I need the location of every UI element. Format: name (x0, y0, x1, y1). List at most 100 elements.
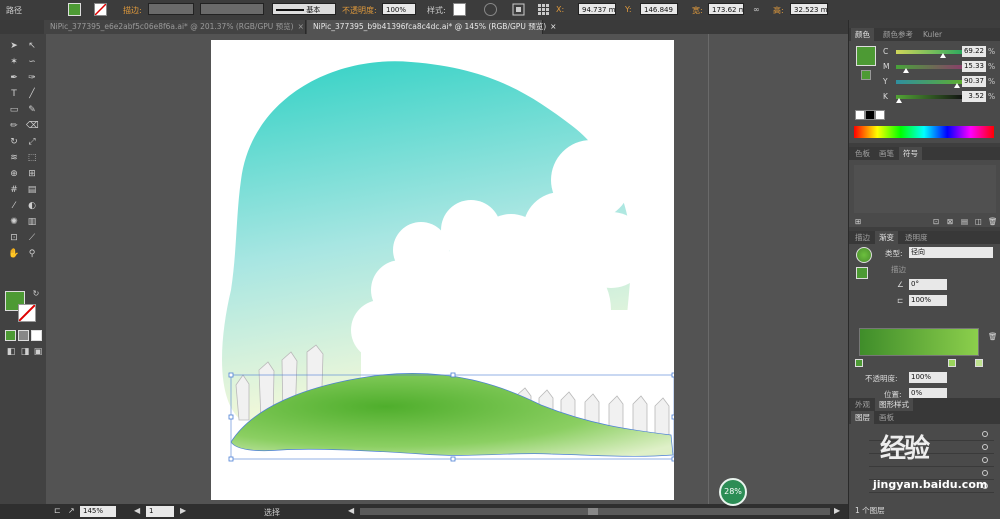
curvature-tool-icon[interactable]: ✑ (26, 72, 38, 84)
hand-tool-icon[interactable]: ✋ (8, 248, 20, 260)
black-value-field[interactable]: 3.52 (962, 91, 986, 102)
screen-mode-icon[interactable]: ▣ (32, 346, 44, 358)
close-icon[interactable]: × (550, 22, 556, 31)
tab-transparency[interactable]: 透明度 (901, 231, 932, 244)
color-spectrum[interactable] (854, 126, 994, 138)
artwork[interactable] (211, 40, 677, 500)
graph-tool-icon[interactable]: ▥ (26, 216, 38, 228)
none-color-icon[interactable] (855, 110, 865, 120)
swap-colors-icon[interactable]: ↻ (30, 288, 42, 300)
break-link-icon[interactable]: ⊠ (947, 217, 953, 226)
close-icon[interactable]: × (298, 22, 304, 31)
lasso-icon[interactable]: ∽ (26, 56, 38, 68)
align-icon[interactable] (512, 3, 525, 16)
none-mode-icon[interactable] (31, 330, 42, 341)
cyan-value-field[interactable]: 69.22 (962, 46, 986, 57)
artboard-nav-icon[interactable]: ⊏ (54, 506, 61, 515)
place-symbol-icon[interactable]: ⊡ (933, 217, 939, 226)
artboard-number-field[interactable]: 1 (146, 506, 174, 517)
recolor-icon[interactable] (484, 3, 497, 16)
paintbrush-icon[interactable]: ✎ (26, 104, 38, 116)
height-field[interactable]: 32.523 m (790, 3, 828, 15)
aspect-ratio-field[interactable]: 100% (909, 295, 947, 306)
magenta-slider[interactable] (896, 65, 964, 73)
gradient-slider-bar[interactable] (859, 328, 979, 356)
visibility-icon[interactable] (982, 457, 988, 463)
y-field[interactable]: 146.849 (640, 3, 678, 15)
gradient-mode-icon[interactable] (18, 330, 29, 341)
direct-selection-tool-icon[interactable]: ↖ (26, 40, 38, 52)
zoom-tool-icon[interactable]: ⚲ (26, 248, 38, 260)
stop-opacity-field[interactable]: 100% (909, 372, 947, 383)
gradient-type-select[interactable]: 径向 (909, 247, 993, 258)
tab-symbols[interactable]: 符号 (899, 147, 922, 160)
blend-tool-icon[interactable]: ◐ (26, 200, 38, 212)
pencil-icon[interactable]: ✏ (8, 120, 20, 132)
draw-normal-icon[interactable]: ◧ (5, 346, 17, 358)
symbols-list[interactable] (854, 165, 996, 213)
magenta-value-field[interactable]: 15.33 (962, 61, 986, 72)
delete-stop-icon[interactable]: 🗑 (988, 332, 998, 341)
color-mode-icon[interactable] (5, 330, 16, 341)
gradient-stop-right[interactable] (975, 359, 983, 367)
brush-profile-field[interactable]: 基本 (272, 3, 336, 15)
perspective-grid-icon[interactable]: ⊞ (26, 168, 38, 180)
tab-swatches[interactable]: 色板 (851, 147, 874, 160)
draw-behind-icon[interactable]: ◨ (19, 346, 31, 358)
x-field[interactable]: 94.737 m (578, 3, 616, 15)
tab-appearance[interactable]: 外观 (851, 398, 874, 411)
tab-graphic-styles[interactable]: 图形样式 (875, 398, 913, 411)
symbol-sprayer-icon[interactable]: ✺ (8, 216, 20, 228)
selection-tool-icon[interactable]: ➤ (8, 40, 20, 52)
tab-stroke[interactable]: 描边 (851, 231, 874, 244)
tab-color-guide[interactable]: 颜色参考 (879, 28, 917, 41)
cyan-slider[interactable] (896, 50, 964, 58)
graphic-style-swatch[interactable] (453, 3, 466, 16)
eyedropper-icon[interactable]: ⁄ (8, 200, 20, 212)
reference-point-icon[interactable] (537, 3, 550, 16)
rectangle-tool-icon[interactable]: ▭ (8, 104, 20, 116)
zoom-field[interactable]: 145% (80, 506, 116, 517)
artboard[interactable] (211, 40, 677, 500)
variable-width-field[interactable] (200, 3, 264, 15)
visibility-icon[interactable] (982, 431, 988, 437)
new-symbol-icon[interactable]: ◫ (975, 217, 982, 226)
magic-wand-icon[interactable]: ✶ (8, 56, 20, 68)
gradient-stop-left[interactable] (855, 359, 863, 367)
tab-kuler[interactable]: Kuler (919, 28, 946, 41)
visibility-icon[interactable] (982, 444, 988, 450)
next-artboard-icon[interactable]: ▶ (180, 506, 186, 515)
stroke-swatch[interactable] (94, 3, 107, 16)
scroll-right-icon[interactable]: ▶ (834, 506, 840, 515)
share-icon[interactable]: ↗ (68, 506, 75, 515)
mesh-tool-icon[interactable]: # (8, 184, 20, 196)
tab-color[interactable]: 颜色 (851, 28, 874, 41)
gradient-tool-icon[interactable]: ▤ (26, 184, 38, 196)
rotate-tool-icon[interactable]: ↻ (8, 136, 20, 148)
fill-stroke-toggle[interactable] (856, 267, 868, 279)
cyan-slider-thumb[interactable] (939, 53, 946, 58)
gradient-stop-mid[interactable] (948, 359, 956, 367)
black-color-icon[interactable] (865, 110, 875, 120)
document-tab-2[interactable]: NiPic_377395_b9b41396fca8c4dc.ai* @ 145%… (307, 20, 556, 34)
type-tool-icon[interactable]: T (8, 88, 20, 100)
link-proportions-icon[interactable]: ∞ (753, 5, 760, 14)
scale-tool-icon[interactable]: ⤢ (26, 136, 38, 148)
eraser-icon[interactable]: ⌫ (26, 120, 39, 132)
pen-tool-icon[interactable]: ✒ (8, 72, 20, 84)
visibility-icon[interactable] (982, 470, 988, 476)
magenta-slider-thumb[interactable] (903, 68, 910, 73)
white-color-icon[interactable] (875, 110, 885, 120)
black-slider-thumb[interactable] (895, 98, 902, 103)
tab-artboards[interactable]: 画板 (875, 411, 898, 424)
opacity-field[interactable]: 100% (382, 3, 416, 15)
shape-builder-icon[interactable]: ⊕ (8, 168, 20, 180)
line-tool-icon[interactable]: ╱ (26, 88, 38, 100)
yellow-value-field[interactable]: 90.37 (962, 76, 986, 87)
artboard-tool-icon[interactable]: ⊡ (8, 232, 20, 244)
angle-field[interactable]: 0° (909, 279, 947, 290)
gradient-preview-swatch[interactable] (856, 247, 872, 263)
library-menu-icon[interactable]: ⊞ (855, 217, 861, 226)
yellow-slider-thumb[interactable] (954, 83, 961, 88)
tab-brushes[interactable]: 画笔 (875, 147, 898, 160)
